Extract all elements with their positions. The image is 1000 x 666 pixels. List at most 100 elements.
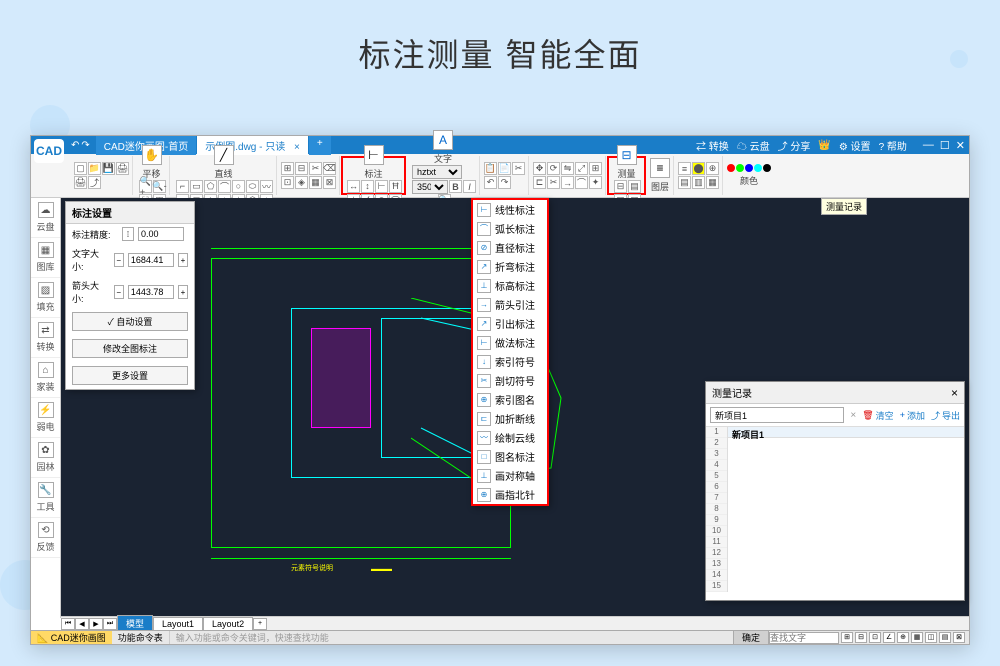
tab-add[interactable]: + (253, 618, 267, 630)
menu-vip[interactable]: 👑 (818, 140, 830, 151)
line-icon[interactable]: ╱ (214, 145, 234, 165)
edit4-icon[interactable]: ⌫ (323, 162, 336, 175)
textsize-inc[interactable]: + (178, 253, 188, 267)
confirm-button[interactable]: 确定 (733, 630, 769, 645)
explode-icon[interactable]: ✦ (589, 176, 602, 189)
polyline-icon[interactable]: ⌐ (176, 180, 189, 193)
menu-help[interactable]: ? 帮助 (879, 138, 907, 153)
maximize-icon[interactable]: ☐ (940, 139, 950, 152)
offset-icon[interactable]: ⊏ (533, 176, 546, 189)
arrowsize-inc[interactable]: + (178, 285, 188, 299)
copy-icon[interactable]: 📋 (484, 162, 497, 175)
tab-add[interactable]: + (309, 136, 331, 155)
export-icon[interactable]: ⤴ (88, 176, 101, 189)
add-button[interactable]: +添加 (900, 409, 925, 422)
dd-north[interactable]: ⊕画指北针 (473, 485, 547, 504)
zoom-out-icon[interactable]: 🔍- (153, 180, 166, 193)
minimize-icon[interactable]: — (923, 139, 934, 152)
new-icon[interactable]: ▢ (74, 162, 87, 175)
italic-icon[interactable]: I (463, 180, 476, 193)
menu-convert[interactable]: ⇄ 转换 (696, 138, 729, 153)
precision-icon[interactable]: ⁞ (122, 227, 134, 241)
dd-arc[interactable]: ⌒弧长标注 (473, 219, 547, 238)
annotation-icon[interactable]: ⊢ (364, 145, 384, 165)
sidebar-item-convert[interactable]: ⇄转换 (31, 318, 60, 358)
open-icon[interactable]: 📁 (88, 162, 101, 175)
circle-icon[interactable]: ○ (232, 180, 245, 193)
clear-button[interactable]: 🗑清空 (862, 409, 893, 422)
sb-icon-2[interactable]: ⊟ (855, 632, 867, 643)
sb-icon-6[interactable]: ▦ (911, 632, 923, 643)
bold-icon[interactable]: B (449, 180, 462, 193)
print-icon[interactable]: 🖨 (116, 162, 129, 175)
edit2-icon[interactable]: ⊟ (295, 162, 308, 175)
close-icon[interactable]: ✕ (956, 139, 965, 152)
sidebar-item-library[interactable]: ▦图库 (31, 238, 60, 278)
menu-settings[interactable]: ⚙ 设置 (839, 138, 871, 153)
edit5-icon[interactable]: ⊡ (281, 176, 294, 189)
textsize-input[interactable] (128, 253, 174, 267)
color-black[interactable] (763, 164, 771, 172)
redo-icon[interactable]: ↷ (498, 176, 511, 189)
dd-method[interactable]: ⊢做法标注 (473, 333, 547, 352)
meas1-icon[interactable]: ⊟ (614, 180, 627, 193)
more-setting-button[interactable]: 更多设置 (72, 366, 188, 385)
print2-icon[interactable]: 🖨 (74, 176, 87, 189)
cut-icon[interactable]: ✂ (512, 162, 525, 175)
cmd-table-button[interactable]: 功能命令表 (112, 631, 170, 644)
dd-leader[interactable]: ↗引出标注 (473, 314, 547, 333)
dim2-icon[interactable]: ↕ (361, 180, 374, 193)
menu-share[interactable]: ⤴ 分享 (778, 138, 811, 153)
trim-icon[interactable]: ✂ (547, 176, 560, 189)
layer6-icon[interactable]: ▦ (706, 176, 719, 189)
auto-setting-button[interactable]: ✓ 自动设置 (72, 312, 188, 331)
color-cyan[interactable] (754, 164, 762, 172)
arrowsize-input[interactable] (128, 285, 174, 299)
textsize-dec[interactable]: − (114, 253, 124, 267)
fillet-icon[interactable]: ⌒ (575, 176, 588, 189)
sb-icon-7[interactable]: ◫ (925, 632, 937, 643)
font-select[interactable]: hztxt (412, 165, 462, 179)
clear-input-icon[interactable]: × (850, 410, 856, 421)
layer3-icon[interactable]: ⊕ (706, 162, 719, 175)
edit1-icon[interactable]: ⊞ (281, 162, 294, 175)
dd-elev[interactable]: ⊥标高标注 (473, 276, 547, 295)
color-red[interactable] (727, 164, 735, 172)
tab-nav-prev[interactable]: ◀ (75, 618, 89, 630)
sidebar-item-tools[interactable]: 🔧工具 (31, 478, 60, 518)
meas2-icon[interactable]: ▤ (628, 180, 641, 193)
nav-forward-icon[interactable]: ↷ (81, 140, 89, 151)
search-input[interactable] (769, 632, 839, 644)
edit3-icon[interactable]: ✂ (309, 162, 322, 175)
app-logo[interactable]: CAD (34, 139, 64, 163)
menu-cloud[interactable]: ☁ 云盘 (737, 138, 770, 153)
pan-icon[interactable]: ✋ (142, 145, 162, 165)
dd-figname[interactable]: □图名标注 (473, 447, 547, 466)
dd-index[interactable]: ↓索引符号 (473, 352, 547, 371)
dd-jog[interactable]: ↗折弯标注 (473, 257, 547, 276)
edit8-icon[interactable]: ⊠ (323, 176, 336, 189)
extend-icon[interactable]: → (561, 176, 574, 189)
tab-nav-next[interactable]: ▶ (89, 618, 103, 630)
color-blue[interactable] (745, 164, 753, 172)
array-icon[interactable]: ⊞ (589, 162, 602, 175)
sb-icon-3[interactable]: ⊡ (869, 632, 881, 643)
dd-symaxis[interactable]: ⊥画对称轴 (473, 466, 547, 485)
edit7-icon[interactable]: ▦ (309, 176, 322, 189)
sidebar-item-elec[interactable]: ⚡弱电 (31, 398, 60, 438)
text-icon[interactable]: A (433, 130, 453, 150)
layer-icon[interactable]: ≡ (650, 158, 670, 178)
rect-icon[interactable]: ▭ (190, 180, 203, 193)
dd-dia[interactable]: ⊘直径标注 (473, 238, 547, 257)
cmd-input-hint[interactable]: 输入功能或命令关键词，快速查找功能 (170, 631, 733, 644)
sb-icon-8[interactable]: ▤ (939, 632, 951, 643)
dim4-icon[interactable]: Ħ (389, 180, 402, 193)
rotate-icon[interactable]: ⟳ (547, 162, 560, 175)
ellipse-icon[interactable]: ⬭ (246, 180, 259, 193)
sidebar-item-garden[interactable]: ✿园林 (31, 438, 60, 478)
dd-linear[interactable]: ⊢线性标注 (473, 200, 547, 219)
move-icon[interactable]: ✥ (533, 162, 546, 175)
color-green[interactable] (736, 164, 744, 172)
arc-icon[interactable]: ⌒ (218, 180, 231, 193)
spline-icon[interactable]: 〰 (260, 180, 273, 193)
